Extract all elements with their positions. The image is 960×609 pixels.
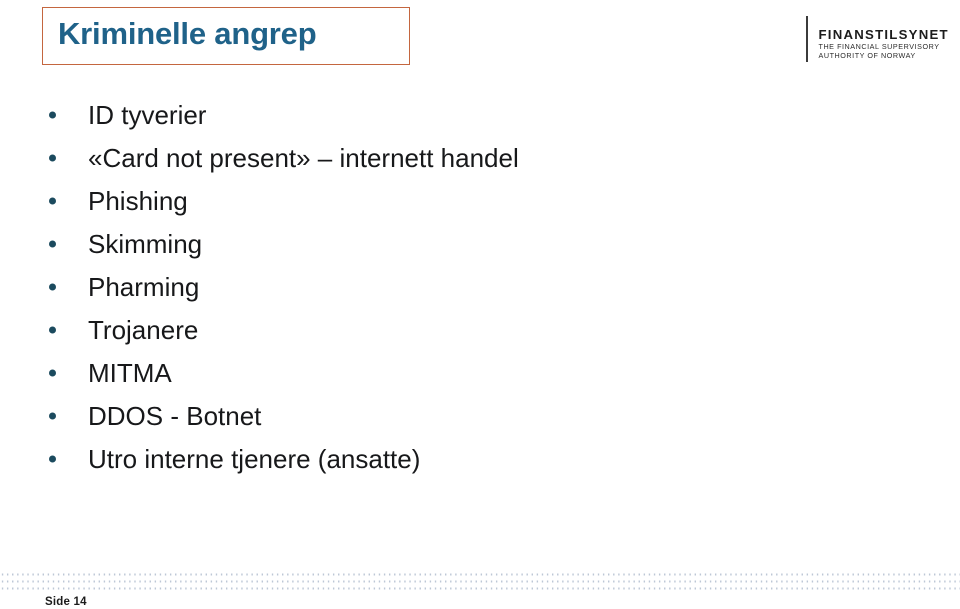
logo-subtitle-line-1: THE FINANCIAL SUPERVISORY — [818, 42, 940, 51]
list-item-label: «Card not present» – internett handel — [88, 142, 519, 173]
bullet-dot-icon — [49, 326, 56, 333]
list-item: Utro interne tjenere (ansatte) — [44, 437, 904, 480]
list-item-label: Skimming — [88, 228, 203, 259]
list-item-label: MITMA — [88, 357, 172, 388]
list-item: Phishing — [44, 179, 904, 222]
list-item-label: DDOS - Botnet — [88, 400, 262, 431]
bullet-dot-icon — [49, 369, 56, 376]
list-item: MITMA — [44, 351, 904, 394]
logo-divider-icon — [806, 16, 808, 62]
bullet-dot-icon — [49, 283, 56, 290]
bullet-dot-icon — [49, 154, 56, 161]
list-item-label: Utro interne tjenere (ansatte) — [88, 443, 421, 474]
list-item: Skimming — [44, 222, 904, 265]
page-title: Kriminelle angrep — [58, 16, 317, 51]
list-item: ID tyverier — [44, 93, 904, 136]
footer-dot-pattern — [0, 569, 960, 590]
list-item: Trojanere — [44, 308, 904, 351]
bullet-dot-icon — [49, 197, 56, 204]
list-item-label: Phishing — [88, 185, 188, 216]
slide-canvas: Kriminelle angrep FINANSTILSYNET THE FIN… — [0, 0, 960, 609]
logo-text-block: FINANSTILSYNET THE FINANCIAL SUPERVISORY… — [819, 16, 949, 61]
bullet-dot-icon — [49, 240, 56, 247]
list-item: «Card not present» – internett handel — [44, 136, 904, 179]
bullet-dot-icon — [49, 455, 56, 462]
list-item: DDOS - Botnet — [44, 394, 904, 437]
logo-subtitle-line-2: AUTHORITY OF NORWAY — [818, 51, 916, 61]
list-item: Pharming — [44, 265, 904, 308]
logo-wordmark: FINANSTILSYNET — [818, 27, 949, 42]
list-item-label: ID tyverier — [88, 99, 207, 130]
bullet-list: ID tyverier «Card not present» – interne… — [44, 93, 904, 480]
bullet-dot-icon — [49, 111, 56, 118]
page-number: Side 14 — [45, 596, 87, 608]
bullet-dot-icon — [49, 412, 56, 419]
list-item-label: Trojanere — [88, 314, 199, 345]
finanstilsynet-logo: FINANSTILSYNET THE FINANCIAL SUPERVISORY… — [806, 16, 949, 64]
list-item-label: Pharming — [88, 271, 200, 302]
